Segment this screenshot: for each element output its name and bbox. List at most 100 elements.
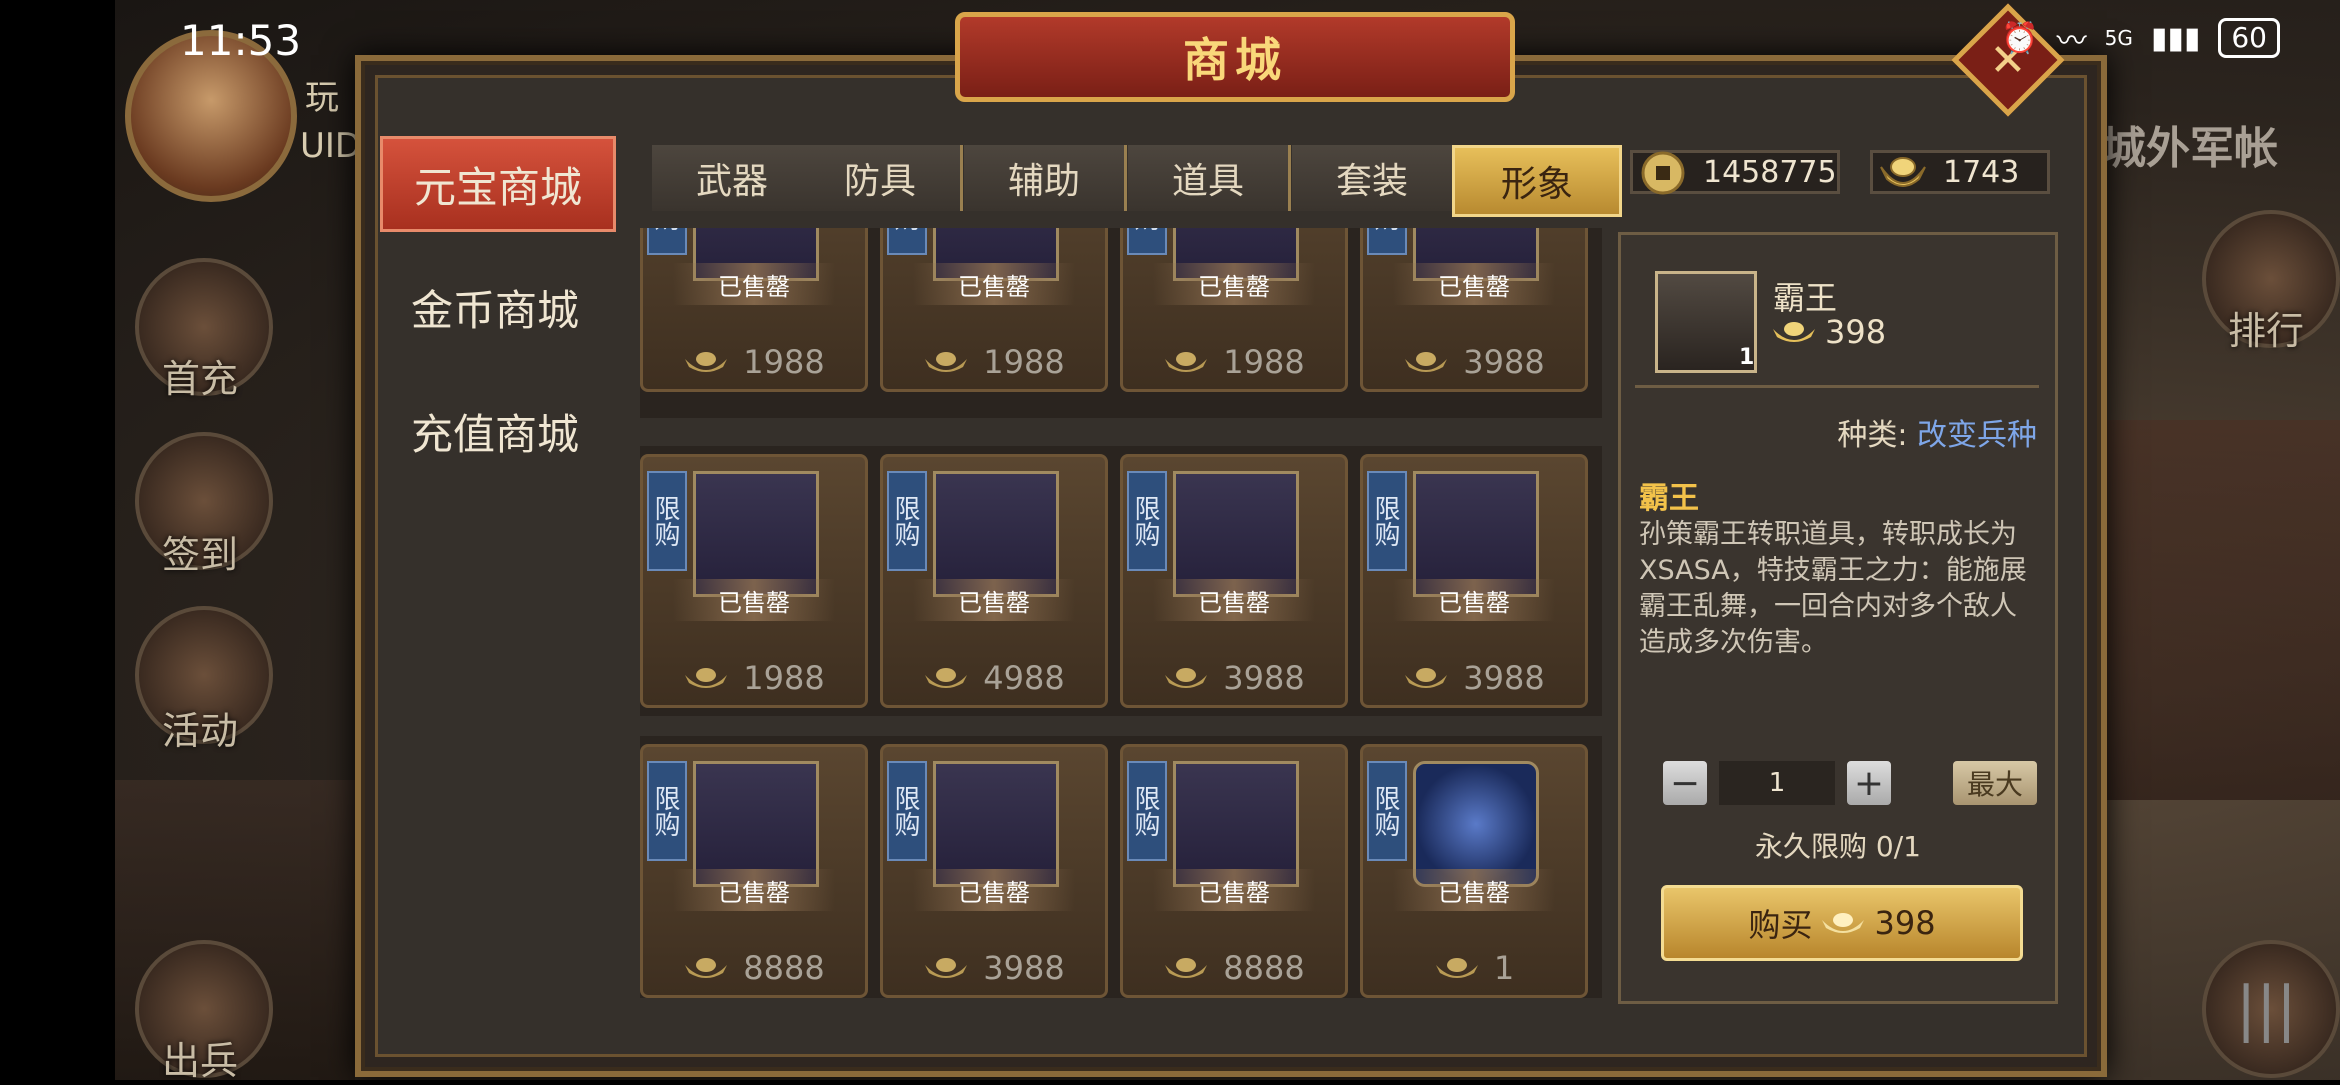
limit-tag: 限购 bbox=[1127, 471, 1167, 571]
yuanbao-amount: 1743 bbox=[1943, 154, 2020, 190]
item-card[interactable]: 限购 已售罄 4988 bbox=[880, 454, 1108, 708]
purchase-limit-text: 永久限购 0/1 bbox=[1755, 830, 1921, 863]
ingot-icon bbox=[685, 668, 728, 688]
dispatch-label: 出兵 bbox=[162, 1039, 239, 1083]
limit-tag: 限购 bbox=[647, 228, 687, 255]
item-card[interactable]: 限购 已售罄 8888 bbox=[1120, 744, 1348, 998]
activity-label: 活动 bbox=[162, 709, 239, 753]
item-price: 3988 bbox=[883, 949, 1105, 987]
item-price: 1988 bbox=[1123, 343, 1345, 381]
price-value: 3988 bbox=[1463, 659, 1545, 697]
item-card[interactable]: 限购 已售罄 1 bbox=[1360, 744, 1588, 998]
item-card[interactable]: 限购 已售罄 3988 bbox=[1360, 228, 1588, 392]
category-label: 种类: bbox=[1837, 418, 1908, 453]
tab-sets[interactable]: 套装 bbox=[1292, 145, 1455, 211]
item-card[interactable]: 限购 已售罄 1988 bbox=[640, 454, 868, 708]
limit-tag: 限购 bbox=[1367, 761, 1407, 861]
item-price: 1988 bbox=[643, 659, 865, 697]
price-value: 1988 bbox=[983, 343, 1065, 381]
ingot-icon bbox=[925, 352, 968, 372]
detail-description: 孙策霸王转职道具，转职成长为XSASA，特技霸王之力：能施展霸王乱舞，一回合内对… bbox=[1639, 519, 2027, 658]
gold-display: 1458775 bbox=[1630, 150, 1840, 195]
quantity-field[interactable]: 1 bbox=[1719, 761, 1835, 805]
sold-out-label: 已售罄 bbox=[913, 263, 1075, 305]
tab-appearance[interactable]: 形象 bbox=[1452, 145, 1622, 217]
item-row: 限购 已售罄 8888 限购 已售罄 3988 限购 已售罄 8888 限购 已… bbox=[640, 736, 1602, 998]
detail-desc-title: 霸王 bbox=[1639, 481, 1699, 516]
item-grid: 限购 已售罄 1988 限购 已售罄 1988 限购 已售罄 1988 bbox=[640, 228, 1602, 998]
item-card[interactable]: 限购 已售罄 3988 bbox=[1360, 454, 1588, 708]
sold-out-label: 已售罄 bbox=[913, 869, 1075, 911]
tab-armor[interactable]: 防具 bbox=[800, 145, 963, 211]
item-price: 1988 bbox=[883, 343, 1105, 381]
ingot-icon bbox=[1880, 157, 1926, 187]
status-icons: ⏰ 〰 5G ▮▮▮ 60 bbox=[2001, 16, 2280, 60]
ingot-icon bbox=[1165, 352, 1208, 372]
ingot-icon bbox=[685, 958, 728, 978]
price-value: 1988 bbox=[743, 659, 825, 697]
price-value: 3988 bbox=[983, 949, 1065, 987]
nav-yuanbao-shop[interactable]: 元宝商城 bbox=[380, 136, 616, 232]
minus-icon: − bbox=[1669, 762, 1701, 804]
limit-tag: 限购 bbox=[887, 228, 927, 255]
item-price: 8888 bbox=[643, 949, 865, 987]
ingot-icon bbox=[1773, 322, 1815, 342]
tab-auxiliary[interactable]: 辅助 bbox=[964, 145, 1127, 211]
limit-tag: 限购 bbox=[1367, 228, 1407, 255]
nav-recharge-shop[interactable]: 充值商城 bbox=[380, 386, 610, 476]
price-value: 1 bbox=[1493, 949, 1515, 987]
sold-out-label: 已售罄 bbox=[1393, 869, 1555, 911]
menu-button[interactable]: ||| bbox=[2202, 940, 2340, 1078]
buy-label: 购买 bbox=[1748, 906, 1813, 944]
ingot-icon bbox=[1165, 668, 1208, 688]
limit-tag: 限购 bbox=[887, 471, 927, 571]
signal-icon: ▮▮▮ bbox=[2150, 20, 2201, 56]
status-bar: 11:53 ⏰ 〰 5G ▮▮▮ 60 bbox=[0, 0, 2340, 80]
nav-gold-shop[interactable]: 金币商城 bbox=[380, 262, 610, 352]
item-row: 限购 已售罄 1988 限购 已售罄 1988 限购 已售罄 1988 bbox=[640, 228, 1602, 418]
tab-weapon-label: 武器 bbox=[695, 161, 768, 202]
sold-out-label: 已售罄 bbox=[673, 869, 835, 911]
ingot-icon bbox=[925, 668, 968, 688]
ingot-icon bbox=[1165, 958, 1208, 978]
tab-appearance-label: 形象 bbox=[1500, 164, 1573, 205]
ingot-icon bbox=[1822, 913, 1865, 933]
detail-category: 种类: 改变兵种 bbox=[1837, 410, 2037, 454]
item-card[interactable]: 限购 已售罄 1988 bbox=[640, 228, 868, 392]
sold-out-label: 已售罄 bbox=[913, 579, 1075, 621]
item-price: 3988 bbox=[1123, 659, 1345, 697]
category-value: 改变兵种 bbox=[1917, 418, 2037, 453]
item-price: 3988 bbox=[1363, 659, 1585, 697]
increase-button[interactable]: + bbox=[1847, 761, 1891, 805]
ingot-icon bbox=[1405, 668, 1448, 688]
item-card[interactable]: 限购 已售罄 1988 bbox=[880, 228, 1108, 392]
buy-button[interactable]: 购买 398 bbox=[1661, 885, 2023, 961]
tab-items[interactable]: 道具 bbox=[1128, 145, 1291, 211]
nav-recharge-label: 充值商城 bbox=[410, 409, 579, 459]
item-price: 1 bbox=[1363, 949, 1585, 987]
tab-armor-label: 防具 bbox=[843, 161, 916, 202]
item-card[interactable]: 限购 已售罄 3988 bbox=[1120, 454, 1348, 708]
camp-label[interactable]: 城外军帐 bbox=[2102, 112, 2278, 176]
ranking-label: 排行 bbox=[2228, 309, 2305, 353]
item-card[interactable]: 限购 已售罄 3988 bbox=[880, 744, 1108, 998]
tab-items-label: 道具 bbox=[1171, 161, 1244, 202]
price-value: 4988 bbox=[983, 659, 1065, 697]
sold-out-label: 已售罄 bbox=[1153, 869, 1315, 911]
divider bbox=[1635, 385, 2039, 388]
price-value: 8888 bbox=[1223, 949, 1305, 987]
sold-out-label: 已售罄 bbox=[1393, 579, 1555, 621]
price-value: 1988 bbox=[743, 343, 825, 381]
max-button[interactable]: 最大 bbox=[1953, 761, 2037, 805]
quantity-stepper: − 1 + 最大 bbox=[1663, 761, 2037, 805]
decrease-button[interactable]: − bbox=[1663, 761, 1707, 805]
sold-out-label: 已售罄 bbox=[673, 263, 835, 305]
sold-out-label: 已售罄 bbox=[1393, 263, 1555, 305]
gold-amount: 1458775 bbox=[1703, 154, 1837, 190]
limit-tag: 限购 bbox=[647, 761, 687, 861]
item-card[interactable]: 限购 已售罄 8888 bbox=[640, 744, 868, 998]
ingot-icon bbox=[925, 958, 968, 978]
item-card[interactable]: 限购 已售罄 1988 bbox=[1120, 228, 1348, 392]
network-label: 5G bbox=[2104, 26, 2133, 50]
tab-weapon[interactable]: 武器 bbox=[652, 145, 815, 211]
